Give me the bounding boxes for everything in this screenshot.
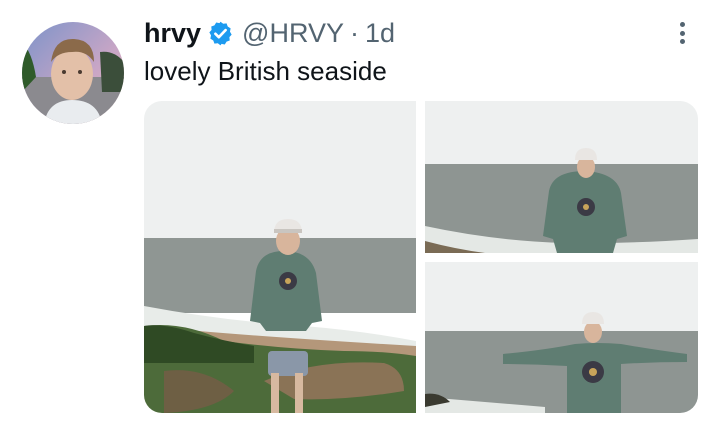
tweet-timestamp[interactable]: 1d bbox=[365, 18, 395, 49]
vertical-dots-icon bbox=[679, 22, 685, 27]
author-handle[interactable]: @HRVY bbox=[242, 18, 344, 49]
more-options-button[interactable] bbox=[672, 20, 692, 46]
author-name[interactable]: hrvy bbox=[144, 18, 201, 49]
tweet-text: lovely British seaside bbox=[144, 56, 387, 86]
avatar[interactable] bbox=[22, 22, 124, 124]
media-photo-1[interactable] bbox=[144, 101, 416, 413]
tweet-header: hrvy @HRVY · 1d bbox=[144, 18, 395, 48]
media-photo-3[interactable] bbox=[425, 262, 698, 413]
media-photo-2[interactable] bbox=[425, 101, 698, 253]
separator-dot: · bbox=[349, 17, 359, 48]
verified-badge-icon bbox=[207, 20, 234, 47]
